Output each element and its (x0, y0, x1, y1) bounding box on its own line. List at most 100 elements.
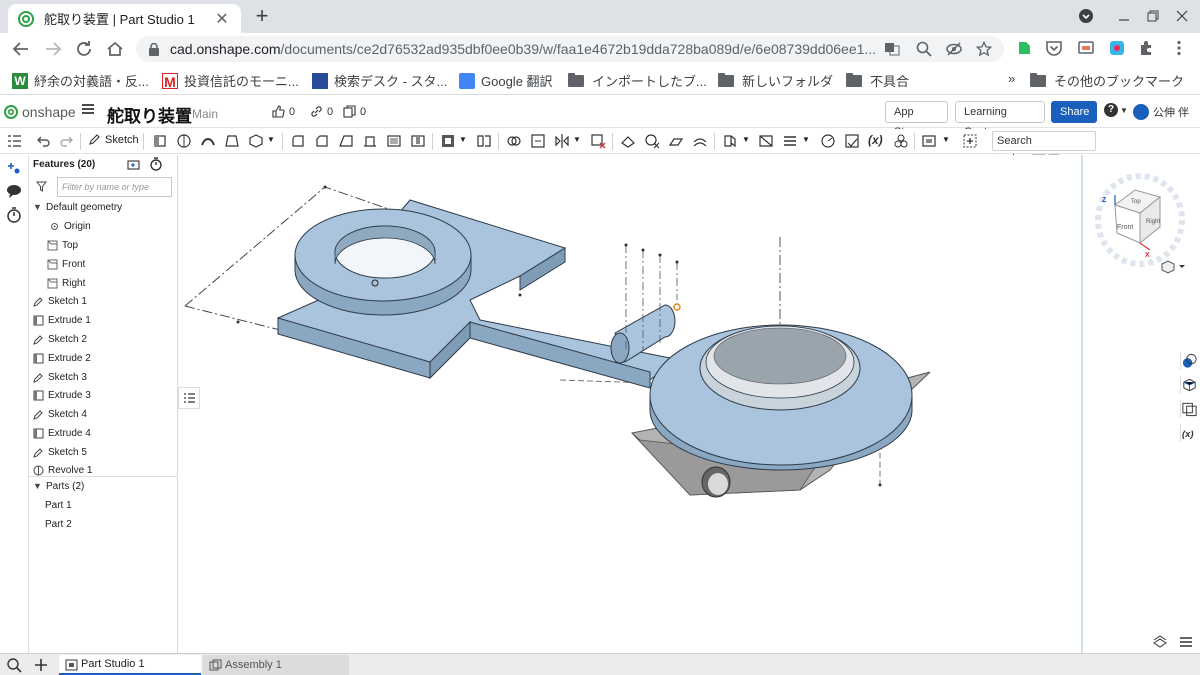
tab-assembly[interactable]: Assembly 1 (203, 655, 349, 675)
minimize-icon[interactable] (1114, 6, 1134, 26)
document-title[interactable]: 舵取り装置 (107, 102, 192, 127)
bookmark-folder[interactable]: 不具合 (846, 71, 909, 90)
panel-collapse-handle[interactable] (178, 387, 200, 409)
add-custom-feature-icon[interactable] (962, 133, 978, 149)
evernote-extension-icon[interactable] (1015, 39, 1033, 57)
plane-icon[interactable] (620, 133, 636, 149)
revolve-icon[interactable] (176, 133, 192, 149)
chevron-down-icon[interactable]: ▼ (267, 135, 275, 144)
pattern-icon[interactable] (530, 133, 546, 149)
feature-item[interactable]: Sketch 3 (33, 369, 87, 385)
eye-off-icon[interactable] (946, 41, 962, 57)
links-counter[interactable]: 0 (310, 105, 333, 118)
bookmark-folder[interactable]: 新しいフォルダ (718, 71, 833, 90)
mate-connector-icon[interactable] (644, 133, 660, 149)
appearance-icon[interactable] (1180, 352, 1198, 370)
restore-icon[interactable] (1143, 6, 1163, 26)
chevron-down-icon[interactable]: ▼ (573, 135, 581, 144)
feature-item[interactable]: Extrude 1 (33, 312, 91, 328)
search-tools-input[interactable]: Search tools...altC (992, 131, 1096, 165)
feature-list-toggle-icon[interactable] (6, 133, 22, 149)
fillet-icon[interactable] (290, 133, 306, 149)
home-icon[interactable] (104, 38, 126, 60)
frame-icon[interactable] (758, 133, 774, 149)
composite-part-icon[interactable] (893, 133, 909, 149)
tab-manager-icon[interactable] (6, 657, 22, 673)
add-tab-icon[interactable] (33, 657, 49, 673)
workspace-branch[interactable]: Main (192, 107, 218, 121)
feature-item[interactable]: Extrude 3 (33, 387, 91, 403)
chamfer-icon[interactable] (314, 133, 330, 149)
share-button[interactable]: Share (1051, 101, 1097, 123)
bookmark-item[interactable]: Google 翻訳 (459, 71, 553, 90)
feature-item[interactable]: Sketch 1 (33, 293, 87, 309)
translate-icon[interactable] (884, 41, 900, 57)
undo-icon[interactable] (35, 133, 51, 149)
forward-icon[interactable] (42, 38, 64, 60)
likes-counter[interactable]: 0 (272, 105, 295, 118)
boolean-icon[interactable] (440, 133, 456, 149)
feature-filter-input[interactable]: Filter by name or type (57, 177, 172, 197)
user-menu[interactable]: 公伸 伴 (1133, 104, 1189, 120)
loft-icon[interactable] (224, 133, 240, 149)
learning-center-button[interactable]: Learning Center (955, 101, 1045, 138)
view-options-dropdown[interactable] (1160, 259, 1186, 275)
feature-item[interactable]: Sketch 2 (33, 331, 87, 347)
close-window-icon[interactable] (1172, 6, 1192, 26)
display-states-icon[interactable] (1178, 634, 1194, 648)
feature-item[interactable]: Sketch 4 (33, 406, 87, 422)
other-bookmarks[interactable]: その他のブックマーク (1030, 71, 1184, 90)
extensions-puzzle-icon[interactable] (1138, 39, 1156, 57)
split-icon[interactable] (476, 133, 492, 149)
view-mode-icon[interactable] (1152, 634, 1168, 648)
onshape-logo[interactable]: onshape (4, 104, 76, 120)
bookmark-folder[interactable]: インポートしたブ... (568, 71, 707, 90)
feature-item[interactable]: Sketch 5 (33, 444, 87, 460)
variables-fx-icon[interactable]: (x) (1180, 424, 1198, 442)
section-view-icon[interactable] (844, 133, 860, 149)
shell-icon[interactable] (386, 133, 402, 149)
chevron-down-icon[interactable]: ▼ (742, 135, 750, 144)
feature-item[interactable]: Extrude 4 (33, 425, 91, 441)
extrude-icon[interactable] (152, 133, 168, 149)
app-store-button[interactable]: App Store (885, 101, 948, 138)
bookmark-item[interactable]: M 投資信託のモーニ... (162, 71, 299, 90)
measure-icon[interactable] (820, 133, 836, 149)
pocket-extension-icon[interactable] (1045, 39, 1063, 57)
sheet-metal-icon[interactable] (722, 133, 738, 149)
chevron-down-icon[interactable]: ▼ (942, 135, 950, 144)
bookmark-item[interactable]: 検索デスク - スタ... (312, 71, 447, 90)
thicken-icon[interactable] (248, 133, 264, 149)
comments-icon[interactable] (6, 183, 22, 199)
reload-icon[interactable] (73, 38, 95, 60)
redo-icon[interactable] (59, 133, 75, 149)
bookmarks-overflow-chevron[interactable]: » (1008, 71, 1015, 86)
cast-extension-icon[interactable] (1077, 39, 1095, 57)
color-extension-icon[interactable] (1108, 39, 1126, 57)
help-button[interactable]: ? ▼ (1104, 103, 1128, 117)
new-folder-icon[interactable] (127, 158, 141, 171)
graphics-viewport[interactable] (178, 155, 1200, 653)
mirror-icon[interactable] (554, 133, 570, 149)
draft-icon[interactable] (338, 133, 354, 149)
part-item[interactable]: Part 1 (45, 497, 72, 513)
offset-surface-icon[interactable] (692, 133, 708, 149)
new-tab-icon[interactable]: + (252, 5, 272, 27)
chevron-down-icon[interactable]: ▼ (802, 135, 810, 144)
chevron-down-icon[interactable]: ▼ (459, 135, 467, 144)
feature-origin[interactable]: Origin (49, 218, 91, 234)
tab-part-studio[interactable]: Part Studio 1 (59, 655, 201, 675)
rollback-timer-icon[interactable] (149, 157, 163, 171)
close-tab-icon[interactable]: ✕ (213, 9, 231, 29)
bookmark-item[interactable]: W 紓余の対義語・反... (12, 71, 149, 90)
add-element-icon[interactable] (6, 160, 22, 176)
url-omnibox[interactable]: cad.onshape.com/documents/ce2d76532ad935… (136, 36, 1004, 62)
rib-icon[interactable] (362, 133, 378, 149)
render-studio-icon[interactable] (921, 133, 937, 149)
feature-right-plane[interactable]: Right (47, 275, 85, 291)
browser-tab[interactable]: 舵取り装置 | Part Studio 1 ✕ (8, 4, 241, 33)
sweep-icon[interactable] (200, 133, 216, 149)
parts-group[interactable]: ▼ Parts (2) (33, 478, 84, 494)
configurations-icon[interactable] (1180, 400, 1198, 418)
tab-search-icon[interactable] (1076, 6, 1096, 26)
